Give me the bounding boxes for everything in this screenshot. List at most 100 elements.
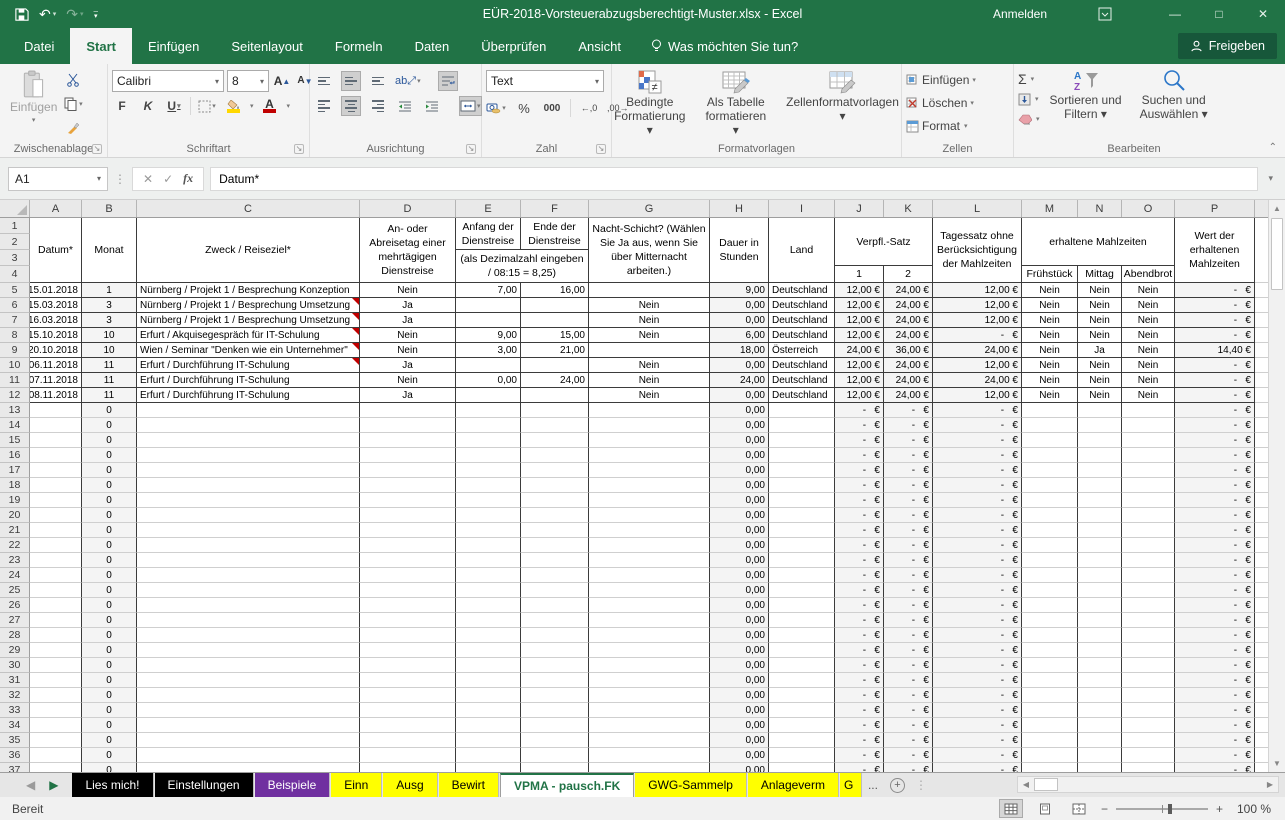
align-right-icon[interactable] xyxy=(368,96,388,116)
cell-M26[interactable] xyxy=(1022,598,1078,613)
cell-O35[interactable] xyxy=(1122,733,1175,748)
header-cell-satz-2[interactable]: 2 xyxy=(884,266,933,283)
italic-button[interactable]: K xyxy=(138,96,158,116)
cell-K30[interactable]: - € xyxy=(884,658,933,673)
cell-H25[interactable]: 0,00 xyxy=(710,583,769,598)
cell-C13[interactable] xyxy=(137,403,360,418)
cell-K19[interactable]: - € xyxy=(884,493,933,508)
cell-J36[interactable]: - € xyxy=(835,748,884,763)
cell-G7[interactable]: Nein xyxy=(589,313,710,328)
cell-K27[interactable]: - € xyxy=(884,613,933,628)
cell-B10[interactable]: 11 xyxy=(82,358,137,373)
cell-P12[interactable]: - € xyxy=(1175,388,1255,403)
cell-E6[interactable] xyxy=(456,298,521,313)
select-all-corner[interactable] xyxy=(0,200,30,217)
cell-G11[interactable]: Nein xyxy=(589,373,710,388)
cell-C30[interactable] xyxy=(137,658,360,673)
column-header-I[interactable]: I xyxy=(769,200,835,217)
cell-B33[interactable]: 0 xyxy=(82,703,137,718)
cell-D25[interactable] xyxy=(360,583,456,598)
cell-E17[interactable] xyxy=(456,463,521,478)
undo-button[interactable]: ↶▾ xyxy=(39,6,56,23)
number-dialog-launcher-icon[interactable]: ↘ xyxy=(596,144,606,154)
cell-E23[interactable] xyxy=(456,553,521,568)
row-header-33[interactable]: 33 xyxy=(0,703,30,718)
cell-L19[interactable]: - € xyxy=(933,493,1022,508)
share-button[interactable]: Freigeben xyxy=(1178,33,1277,59)
cell-C35[interactable] xyxy=(137,733,360,748)
cell-N12[interactable]: Nein xyxy=(1078,388,1122,403)
cell-A22[interactable] xyxy=(30,538,82,553)
cell-B28[interactable]: 0 xyxy=(82,628,137,643)
cell-K33[interactable]: - € xyxy=(884,703,933,718)
cell-E11[interactable]: 0,00 xyxy=(456,373,521,388)
sheet-tab-einn[interactable]: Einn xyxy=(331,773,382,797)
cell-P32[interactable]: - € xyxy=(1175,688,1255,703)
cell-K26[interactable]: - € xyxy=(884,598,933,613)
cell-J30[interactable]: - € xyxy=(835,658,884,673)
cell-L33[interactable]: - € xyxy=(933,703,1022,718)
cell-G35[interactable] xyxy=(589,733,710,748)
cell-G30[interactable] xyxy=(589,658,710,673)
cell-F10[interactable] xyxy=(521,358,589,373)
cell-C19[interactable] xyxy=(137,493,360,508)
cell-J12[interactable]: 12,00 € xyxy=(835,388,884,403)
cell-C7[interactable]: Nürnberg / Projekt 1 / Besprechung Umset… xyxy=(137,313,360,328)
cell-A27[interactable] xyxy=(30,613,82,628)
cell-C8[interactable]: Erfurt / Akquisegespräch für IT-Schulung xyxy=(137,328,360,343)
cell-B7[interactable]: 3 xyxy=(82,313,137,328)
cell-E15[interactable] xyxy=(456,433,521,448)
cell-A26[interactable] xyxy=(30,598,82,613)
cell-C37[interactable] xyxy=(137,763,360,772)
sheet-tab-beispiele[interactable]: Beispiele xyxy=(255,773,331,797)
cell-K22[interactable]: - € xyxy=(884,538,933,553)
cell-F28[interactable] xyxy=(521,628,589,643)
cell-D12[interactable]: Ja xyxy=(360,388,456,403)
cell-L16[interactable]: - € xyxy=(933,448,1022,463)
column-header-H[interactable]: H xyxy=(710,200,769,217)
cell-L20[interactable]: - € xyxy=(933,508,1022,523)
cell-F25[interactable] xyxy=(521,583,589,598)
cell-L6[interactable]: 12,00 € xyxy=(933,298,1022,313)
cell-I20[interactable] xyxy=(769,508,835,523)
cell-A28[interactable] xyxy=(30,628,82,643)
row-header-19[interactable]: 19 xyxy=(0,493,30,508)
ribbon-display-options-icon[interactable] xyxy=(1083,0,1127,28)
cell-H6[interactable]: 0,00 xyxy=(710,298,769,313)
cell-C32[interactable] xyxy=(137,688,360,703)
cell-J13[interactable]: - € xyxy=(835,403,884,418)
align-left-icon[interactable] xyxy=(314,96,334,116)
cell-B19[interactable]: 0 xyxy=(82,493,137,508)
cell-A8[interactable]: 15.10.2018 xyxy=(30,328,82,343)
cell-D32[interactable] xyxy=(360,688,456,703)
cell-M11[interactable]: Nein xyxy=(1022,373,1078,388)
sheet-tab-gwg-sammelp[interactable]: GWG-Sammelp xyxy=(635,773,747,797)
fill-color-icon[interactable] xyxy=(223,96,243,116)
cell-C11[interactable]: Erfurt / Durchführung IT-Schulung xyxy=(137,373,360,388)
cell-E24[interactable] xyxy=(456,568,521,583)
cell-J8[interactable]: 12,00 € xyxy=(835,328,884,343)
cell-L26[interactable]: - € xyxy=(933,598,1022,613)
column-header-B[interactable]: B xyxy=(82,200,137,217)
cell-A31[interactable] xyxy=(30,673,82,688)
cell-I15[interactable] xyxy=(769,433,835,448)
header-cell-monat[interactable]: Monat xyxy=(82,218,137,283)
header-cell-mittag[interactable]: Mittag xyxy=(1078,266,1122,283)
cell-M5[interactable]: Nein xyxy=(1022,283,1078,298)
cell-M22[interactable] xyxy=(1022,538,1078,553)
align-middle-icon[interactable] xyxy=(341,71,361,91)
autosum-icon[interactable]: Σ▾ xyxy=(1018,70,1040,88)
cell-H17[interactable]: 0,00 xyxy=(710,463,769,478)
cell-N8[interactable]: Nein xyxy=(1078,328,1122,343)
number-format-select[interactable]: Text▾ xyxy=(486,70,604,92)
cell-B30[interactable]: 0 xyxy=(82,658,137,673)
cell-N7[interactable]: Nein xyxy=(1078,313,1122,328)
horizontal-scrollbar[interactable]: ◀ ▶ xyxy=(1017,776,1279,793)
cell-G16[interactable] xyxy=(589,448,710,463)
cell-O10[interactable]: Nein xyxy=(1122,358,1175,373)
cell-I36[interactable] xyxy=(769,748,835,763)
cell-H30[interactable]: 0,00 xyxy=(710,658,769,673)
cell-A29[interactable] xyxy=(30,643,82,658)
cell-N21[interactable] xyxy=(1078,523,1122,538)
cell-I10[interactable]: Deutschland xyxy=(769,358,835,373)
